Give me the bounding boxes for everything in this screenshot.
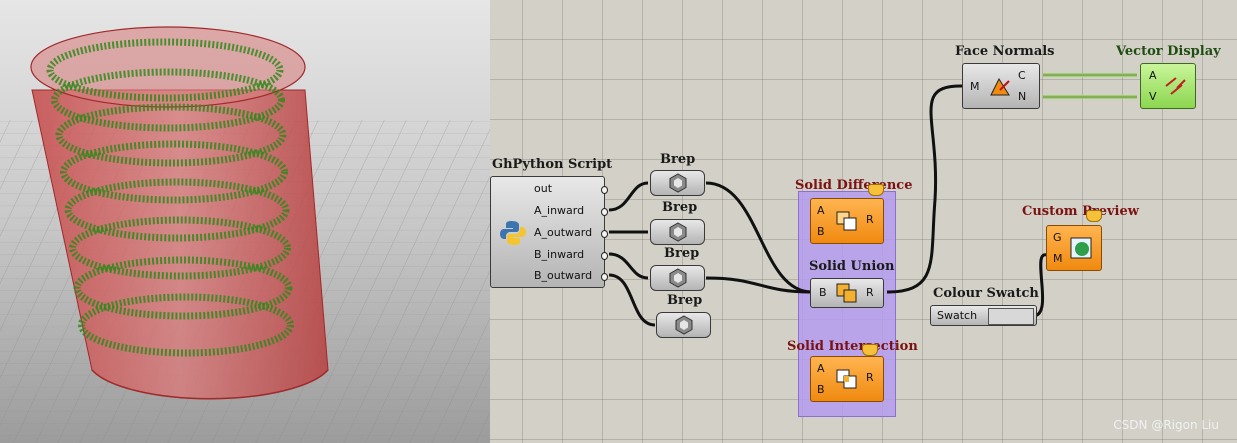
- solid-union-output-r[interactable]: R: [866, 286, 874, 299]
- colour-swatch-color-box[interactable]: [988, 308, 1034, 325]
- brep-3-title: Brep: [664, 246, 700, 261]
- colour-swatch-title: Colour Swatch: [933, 286, 1039, 301]
- warning-badge-icon: [862, 344, 878, 356]
- face-normals-output-c[interactable]: C: [1018, 69, 1026, 82]
- custom-preview-input-g[interactable]: G: [1053, 231, 1062, 244]
- custom-preview-title: Custom Preview: [1022, 204, 1139, 219]
- vector-arrows-icon: [1165, 77, 1186, 95]
- brep-hex-icon: [669, 222, 687, 242]
- solid-intersection-icon: [836, 369, 857, 389]
- ghpython-node[interactable]: out A_inward A_outward B_inward B_outwar…: [490, 176, 608, 288]
- brep-2-title: Brep: [662, 200, 698, 215]
- preview-sphere-icon: [1070, 237, 1092, 259]
- solid-union-title: Solid Union: [809, 259, 895, 274]
- brep-hex-icon: [669, 173, 687, 193]
- ghpython-grip-b-inward[interactable]: [601, 252, 608, 260]
- vector-display-title: Vector Display: [1116, 44, 1221, 59]
- warning-badge-icon: [868, 184, 884, 196]
- solid-difference-input-b[interactable]: B: [817, 225, 825, 238]
- solid-union-node[interactable]: B R: [810, 278, 884, 308]
- solid-difference-icon: [836, 211, 857, 231]
- brep-1-title: Brep: [660, 152, 696, 167]
- vector-display-node[interactable]: A V: [1140, 63, 1196, 109]
- brep-4-title: Brep: [667, 293, 703, 308]
- brep-param-2[interactable]: [650, 219, 705, 245]
- vector-display-input-a[interactable]: A: [1149, 69, 1157, 82]
- solid-difference-output-r[interactable]: R: [866, 213, 874, 226]
- custom-preview-node[interactable]: G M: [1046, 225, 1102, 271]
- solid-union-input-b[interactable]: B: [819, 286, 827, 299]
- ghpython-grip-out[interactable]: [601, 186, 608, 194]
- brep-param-4[interactable]: [656, 312, 711, 338]
- viewport-scene: [0, 0, 490, 443]
- ghpython-output-out[interactable]: out: [534, 182, 552, 195]
- ghpython-output-a-inward[interactable]: A_inward: [534, 204, 584, 217]
- ghpython-output-b-outward[interactable]: B_outward: [534, 269, 592, 282]
- ghpython-title: GhPython Script: [492, 157, 613, 172]
- solid-difference-title: Solid Difference: [795, 178, 913, 193]
- brep-hex-icon: [669, 268, 687, 288]
- solid-intersection-node[interactable]: A B R: [810, 356, 884, 402]
- brep-param-1[interactable]: [650, 170, 705, 196]
- custom-preview-input-m[interactable]: M: [1053, 252, 1063, 265]
- ghpython-grip-a-outward[interactable]: [601, 230, 608, 238]
- ghpython-grip-b-outward[interactable]: [601, 273, 608, 281]
- face-normals-icon: [990, 77, 1010, 96]
- solid-intersection-input-a[interactable]: A: [817, 362, 825, 375]
- colour-swatch-node[interactable]: Swatch: [930, 305, 1037, 326]
- solid-difference-input-a[interactable]: A: [817, 204, 825, 217]
- brep-hex-icon: [675, 315, 693, 335]
- face-normals-title: Face Normals: [955, 44, 1055, 59]
- solid-intersection-output-r[interactable]: R: [866, 371, 874, 384]
- ghpython-output-b-inward[interactable]: B_inward: [534, 248, 584, 261]
- watermark: CSDN @Rigon Liu: [1113, 418, 1219, 432]
- solid-difference-node[interactable]: A B R: [810, 198, 884, 244]
- grasshopper-canvas[interactable]: GhPython Script x y out A_inward A_outwa…: [490, 0, 1237, 443]
- vector-display-input-v[interactable]: V: [1149, 90, 1157, 103]
- ghpython-output-a-outward[interactable]: A_outward: [534, 226, 592, 239]
- solid-intersection-title: Solid Intersection: [787, 339, 918, 354]
- rhino-viewport[interactable]: [0, 0, 490, 443]
- ghpython-grip-a-inward[interactable]: [601, 208, 608, 216]
- colour-swatch-label: Swatch: [937, 309, 978, 322]
- face-normals-input-m[interactable]: M: [970, 80, 980, 93]
- python-logo-icon: [500, 221, 526, 245]
- solid-intersection-input-b[interactable]: B: [817, 383, 825, 396]
- face-normals-node[interactable]: M C N: [962, 63, 1040, 109]
- warning-badge-icon: [1086, 210, 1102, 222]
- solid-union-icon: [836, 283, 857, 303]
- face-normals-output-n[interactable]: N: [1018, 90, 1026, 103]
- brep-param-3[interactable]: [650, 265, 705, 291]
